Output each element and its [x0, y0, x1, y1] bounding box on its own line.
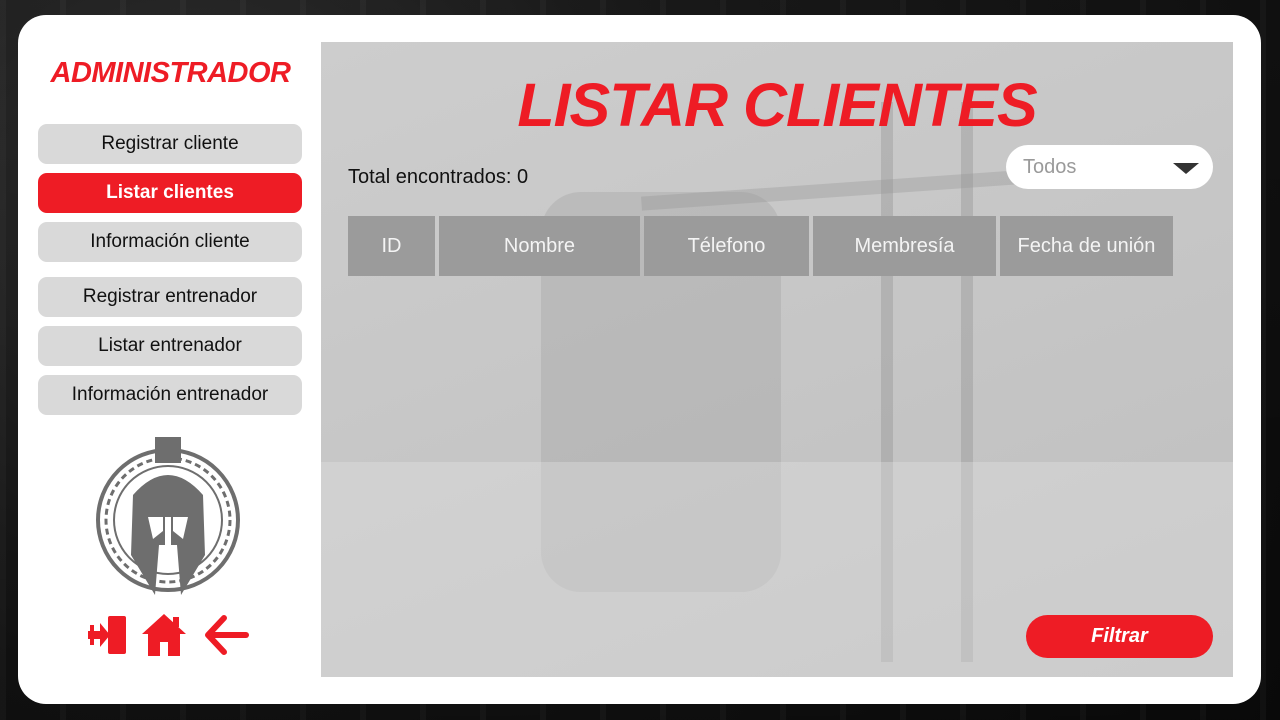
column-header-id[interactable]: ID — [348, 216, 435, 276]
sidebar-item-informacion-cliente[interactable]: Información cliente — [38, 222, 302, 262]
home-icon[interactable] — [140, 612, 188, 658]
sidebar-item-listar-entrenador[interactable]: Listar entrenador — [38, 326, 302, 366]
chevron-down-icon — [1173, 163, 1199, 174]
column-header-nombre[interactable]: Nombre — [439, 216, 640, 276]
back-arrow-icon[interactable] — [202, 612, 250, 658]
bottom-icon-bar — [86, 612, 256, 658]
spartan-helmet-icon — [93, 435, 243, 595]
sidebar-item-registrar-cliente[interactable]: Registrar cliente — [38, 124, 302, 164]
total-found-text: Total encontrados: 0 — [348, 166, 529, 188]
page-title: LISTAR CLIENTES — [517, 71, 1037, 139]
sidebar-item-listar-clientes[interactable]: Listar clientes — [38, 173, 302, 213]
app-window: ADMINISTRADOR Registrar cliente Listar c… — [18, 15, 1261, 704]
membership-filter-select[interactable]: Todos — [1006, 145, 1213, 189]
column-header-membresia[interactable]: Membresía — [813, 216, 996, 276]
logout-icon[interactable] — [86, 612, 134, 658]
sidebar-item-registrar-entrenador[interactable]: Registrar entrenador — [38, 277, 302, 317]
sidebar-brand-title: ADMINISTRADOR — [50, 57, 292, 89]
sidebar-item-informacion-entrenador[interactable]: Información entrenador — [38, 375, 302, 415]
background-barbell — [641, 167, 1061, 211]
select-value: Todos — [1023, 156, 1077, 178]
column-header-telefono[interactable]: Télefono — [644, 216, 809, 276]
main-content-panel: LISTAR CLIENTES Total encontrados: 0 Tod… — [321, 42, 1233, 677]
filter-button[interactable]: Filtrar — [1026, 615, 1213, 658]
sidebar: ADMINISTRADOR Registrar cliente Listar c… — [18, 15, 321, 704]
column-header-fecha-union[interactable]: Fecha de unión — [1000, 216, 1173, 276]
